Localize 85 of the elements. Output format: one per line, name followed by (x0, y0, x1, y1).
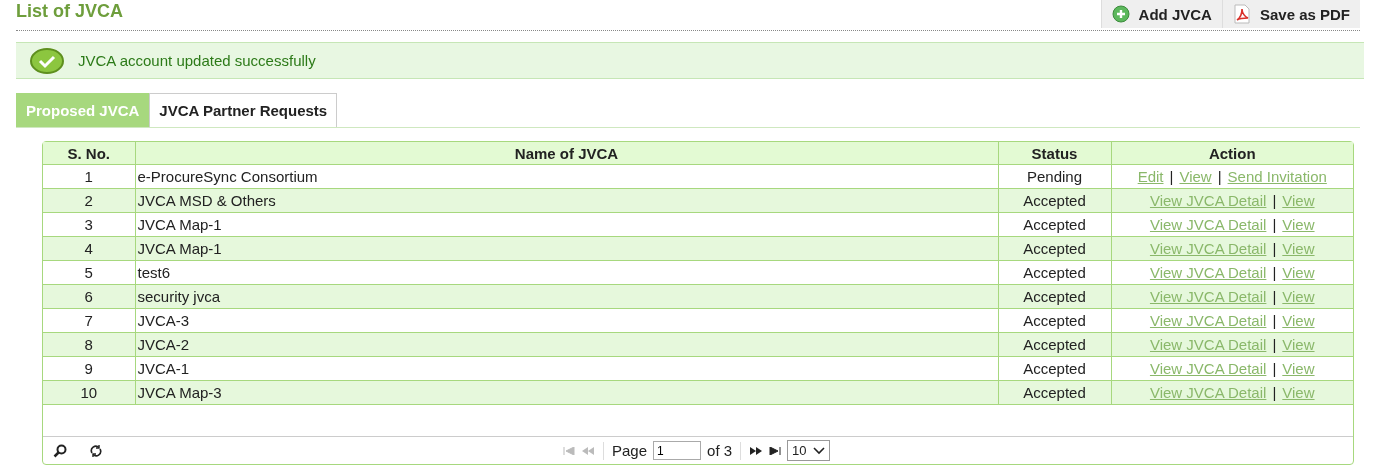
separator: | (1272, 240, 1277, 257)
table-cell: test6 (135, 260, 998, 285)
chevron-down-icon (812, 446, 825, 455)
separator: | (1169, 168, 1174, 185)
table-cell: Accepted (998, 284, 1111, 309)
refresh-icon[interactable] (89, 443, 103, 458)
separator: | (1272, 264, 1277, 281)
table-cell: 2 (43, 188, 135, 213)
column-header: S. No. (43, 142, 135, 165)
action-link[interactable]: View (1282, 216, 1315, 233)
separator: | (1272, 336, 1277, 353)
action-link[interactable]: View JVCA Detail (1149, 384, 1267, 401)
table-cell: JVCA Map-1 (135, 236, 998, 261)
action-link[interactable]: View (1282, 312, 1315, 329)
table-cell: security jvca (135, 284, 998, 309)
action-link[interactable]: View (1282, 336, 1315, 353)
next-page-icon[interactable] (749, 446, 764, 455)
table-cell: 10 (43, 380, 135, 405)
action-link[interactable]: View JVCA Detail (1149, 240, 1267, 257)
separator: | (1217, 168, 1222, 185)
action-link[interactable]: Send Invitation (1227, 168, 1327, 185)
table-cell: JVCA-3 (135, 308, 998, 333)
check-icon (30, 47, 64, 74)
action-link[interactable]: View (1282, 192, 1315, 209)
page-size-select[interactable]: 10 (787, 440, 830, 461)
table-cell: 1 (43, 164, 135, 189)
column-header: Status (998, 142, 1111, 165)
action-link[interactable]: View JVCA Detail (1149, 360, 1267, 377)
action-link[interactable]: View JVCA Detail (1149, 312, 1267, 329)
column-header: Action (1111, 142, 1353, 165)
table-cell: Accepted (998, 260, 1111, 285)
separator: | (1272, 384, 1277, 401)
table-cell: 4 (43, 236, 135, 261)
column-header: Name of JVCA (135, 142, 998, 165)
action-link[interactable]: View JVCA Detail (1149, 288, 1267, 305)
table-cell: Accepted (998, 212, 1111, 237)
page-input[interactable]: 1 (653, 441, 702, 460)
pdf-icon (1232, 4, 1251, 24)
action-link[interactable]: View (1282, 384, 1315, 401)
table-cell: JVCA Map-1 (135, 212, 998, 237)
action-link[interactable]: Edit (1137, 168, 1164, 185)
tab[interactable]: Proposed JVCA (16, 93, 150, 127)
alert-message: JVCA account updated successfully (78, 52, 316, 69)
separator: | (1272, 192, 1277, 209)
action-link[interactable]: View JVCA Detail (1149, 192, 1267, 209)
table-cell: JVCA Map-3 (135, 380, 998, 405)
save-pdf-button[interactable]: Save as PDF (1221, 0, 1360, 28)
table-cell: JVCA MSD & Others (135, 188, 998, 213)
action-link[interactable]: View (1179, 168, 1212, 185)
plus-icon (1111, 5, 1130, 23)
action-link[interactable]: View (1282, 288, 1315, 305)
action-link[interactable]: View (1282, 264, 1315, 281)
table-cell: Accepted (998, 356, 1111, 381)
page-size-value: 10 (792, 443, 807, 458)
separator: | (1272, 216, 1277, 233)
separator: | (1272, 360, 1277, 377)
table-cell: 5 (43, 260, 135, 285)
table-cell: Accepted (998, 236, 1111, 261)
last-page-icon[interactable] (769, 446, 782, 455)
table-cell: Pending (998, 164, 1111, 189)
search-icon[interactable] (53, 443, 67, 458)
table-cell: Accepted (998, 332, 1111, 357)
table-cell: JVCA-2 (135, 332, 998, 357)
table-cell: Accepted (998, 308, 1111, 333)
table-cell: 7 (43, 308, 135, 333)
table-cell: 3 (43, 212, 135, 237)
action-link[interactable]: View (1282, 240, 1315, 257)
table-cell: JVCA-1 (135, 356, 998, 381)
table-cell: Accepted (998, 188, 1111, 213)
table-cell: e-ProcureSync Consortium (135, 164, 998, 189)
separator: | (1272, 288, 1277, 305)
action-link[interactable]: View JVCA Detail (1149, 216, 1267, 233)
page-count: of 3 (707, 442, 733, 459)
table-cell: 9 (43, 356, 135, 381)
tab[interactable]: JVCA Partner Requests (149, 93, 338, 127)
action-link[interactable]: View (1282, 360, 1315, 377)
page-title: List of JVCA (16, 1, 123, 22)
add-button[interactable]: Add JVCA (1100, 0, 1222, 28)
table-cell: 8 (43, 332, 135, 357)
table-cell: Accepted (998, 380, 1111, 405)
action-link[interactable]: View JVCA Detail (1149, 264, 1267, 281)
separator: | (1272, 312, 1277, 329)
page-label: Page (612, 442, 648, 459)
action-link[interactable]: View JVCA Detail (1149, 336, 1267, 353)
table-cell: 6 (43, 284, 135, 309)
